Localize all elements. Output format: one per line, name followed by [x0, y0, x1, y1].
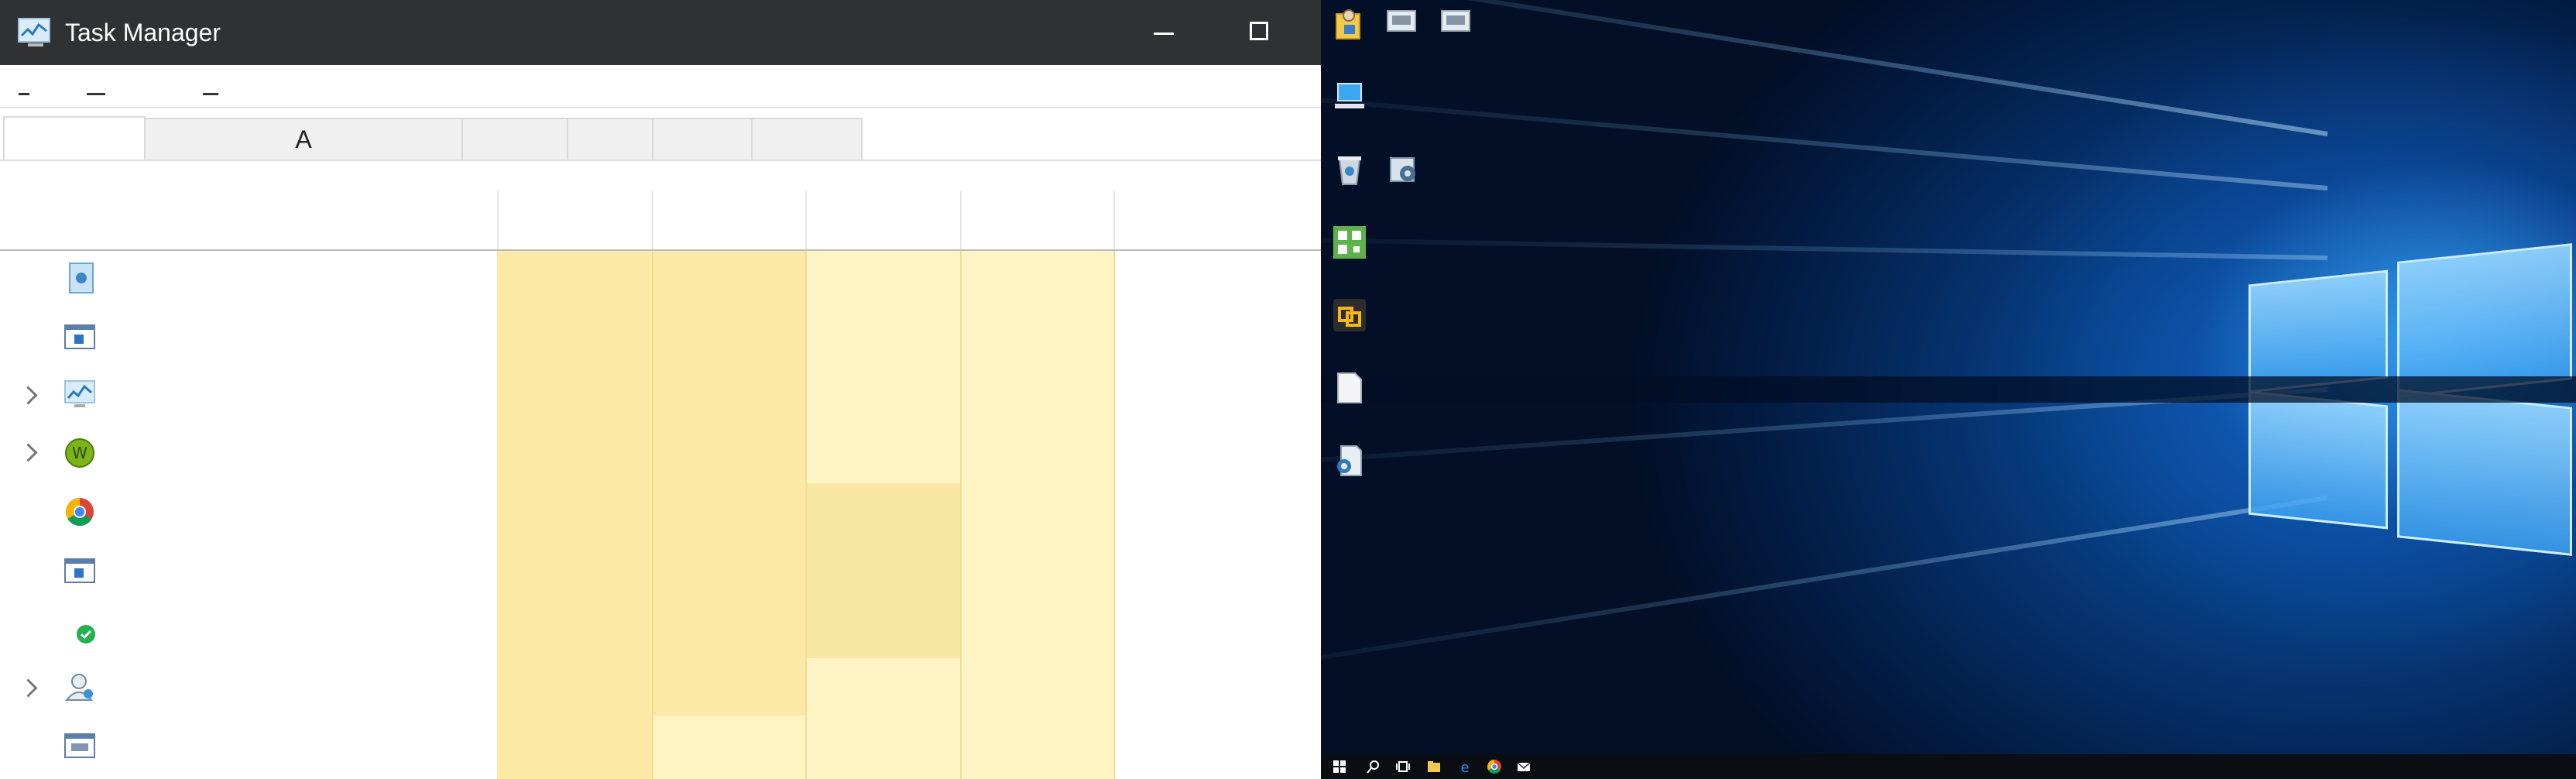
logo-pane — [2397, 389, 2572, 556]
user-accounts-icon — [64, 674, 94, 701]
user-folder-icon[interactable] — [1332, 6, 1367, 42]
wallpaper-beam — [1321, 235, 2328, 260]
menu-item-file[interactable] — [19, 93, 29, 95]
logo-pane — [2248, 390, 2388, 530]
column-separator[interactable] — [805, 190, 807, 249]
disk-cell-highlight — [807, 483, 960, 658]
network-app-icon[interactable] — [1332, 443, 1367, 479]
chrome-icon[interactable] — [1487, 759, 1502, 774]
control-panel-icon[interactable] — [1386, 152, 1422, 187]
maximize-button[interactable] — [1213, 0, 1305, 65]
grid-line — [805, 251, 807, 779]
memory-column — [653, 251, 805, 716]
minimize-button[interactable] — [1115, 0, 1208, 65]
this-pc-icon[interactable] — [1332, 79, 1367, 115]
title-bar[interactable]: Task Manager — [0, 0, 1321, 65]
logo-pane — [2248, 269, 2388, 393]
mail-icon[interactable] — [1516, 759, 1532, 774]
cpu-column — [497, 251, 652, 779]
expand-chevron-icon[interactable] — [19, 443, 38, 462]
wallpaper-shadow-band — [1321, 376, 2576, 403]
svg-text:e: e — [1460, 760, 1469, 774]
column-separator[interactable] — [497, 190, 499, 249]
grid-line — [1113, 251, 1115, 779]
svg-text:W: W — [72, 444, 87, 462]
grid-line — [960, 251, 962, 779]
task-manager-icon — [18, 18, 50, 46]
tab-details[interactable] — [751, 118, 863, 160]
minimize-icon — [1154, 33, 1174, 35]
start-icon[interactable] — [1332, 759, 1347, 774]
network-column — [962, 251, 1113, 779]
expand-chevron-icon[interactable] — [19, 386, 38, 405]
shortcut-icon[interactable] — [1440, 9, 1471, 33]
tab-performance[interactable]: A — [144, 118, 463, 160]
qr-app-icon[interactable] — [1332, 225, 1367, 260]
expand-chevron-icon[interactable] — [19, 678, 38, 698]
process-grid: W — [0, 251, 1321, 779]
window-app-icon — [64, 558, 95, 583]
vmware-icon[interactable] — [1332, 297, 1367, 333]
tab-users[interactable] — [652, 118, 753, 160]
wallpaper-beam — [1321, 496, 2328, 682]
recycle-bin-icon[interactable] — [1332, 152, 1367, 187]
grid-line — [652, 251, 653, 779]
column-header — [0, 190, 1321, 251]
chrome-icon — [65, 498, 94, 527]
shortcut-icon[interactable] — [1386, 9, 1417, 33]
edge-icon[interactable]: e — [1457, 759, 1473, 774]
service-host-icon — [69, 263, 94, 293]
green-check-icon — [77, 625, 95, 643]
tab-app-history[interactable] — [461, 118, 568, 160]
window-app-icon — [64, 733, 95, 758]
column-separator[interactable] — [960, 190, 962, 249]
menu-item-options[interactable] — [87, 93, 105, 95]
document-icon[interactable] — [1332, 370, 1367, 406]
window-app-icon — [64, 324, 95, 349]
wireshark-icon: W — [65, 438, 94, 468]
taskbar: e — [1321, 754, 2576, 779]
maximize-icon — [1250, 22, 1268, 40]
task-manager-window: Task Manager A W — [0, 0, 1321, 779]
window-title: Task Manager — [65, 19, 221, 46]
desktop[interactable]: e — [1321, 0, 2576, 779]
wallpaper-beam — [1321, 84, 2328, 190]
tab-processes[interactable] — [3, 116, 146, 160]
task-view-icon[interactable] — [1395, 759, 1411, 774]
menu-bar — [0, 65, 1321, 108]
column-separator[interactable] — [1113, 190, 1115, 249]
column-separator[interactable] — [652, 190, 653, 249]
file-explorer-icon[interactable] — [1426, 759, 1442, 774]
logo-pane — [2397, 243, 2572, 398]
tab-strip: A — [0, 108, 1321, 161]
memory-cell — [653, 716, 805, 779]
wallpaper-beam — [1321, 0, 2328, 136]
tab-startup[interactable] — [567, 118, 653, 160]
task-manager-icon — [64, 380, 95, 407]
menu-item-view[interactable] — [203, 93, 218, 95]
search-icon[interactable] — [1366, 759, 1381, 774]
